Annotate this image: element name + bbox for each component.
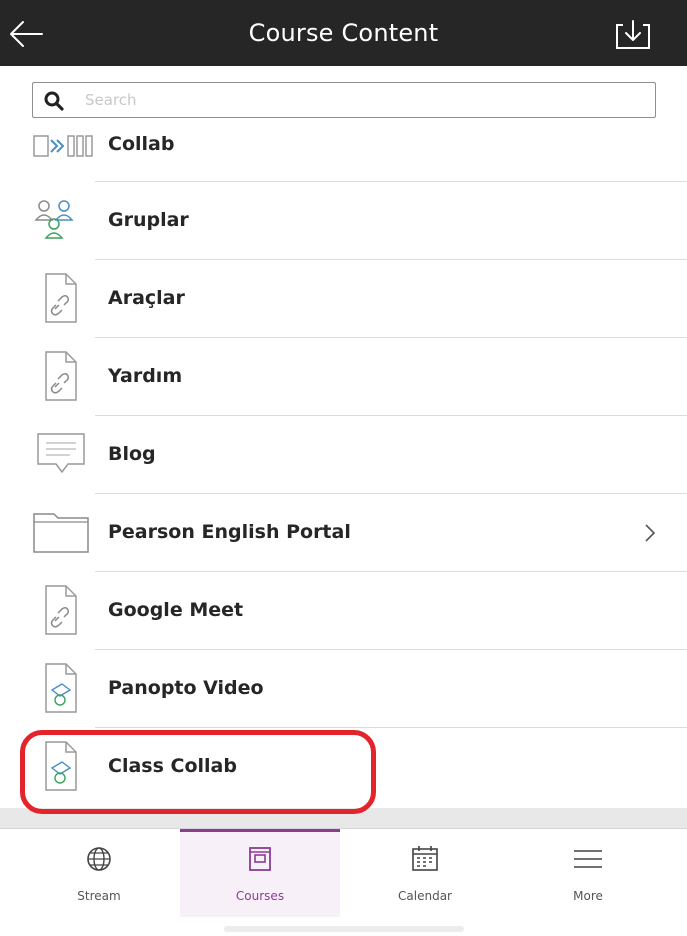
course-content-list: Collab Gruplar Araçlar Yardım Blog Pears… — [0, 124, 687, 826]
chevron-right-icon — [645, 524, 656, 542]
globe-icon — [87, 847, 111, 871]
search-bar[interactable] — [32, 82, 656, 118]
menu-icon — [574, 850, 602, 868]
list-item-pearson-english-portal[interactable]: Pearson English Portal — [0, 494, 687, 572]
tab-stream[interactable]: Stream — [19, 829, 179, 917]
groups-icon — [34, 200, 74, 239]
search-icon — [44, 91, 64, 111]
list-item-label: Pearson English Portal — [108, 521, 351, 543]
home-indicator — [224, 926, 464, 932]
courses-icon — [249, 847, 271, 871]
page-title: Course Content — [248, 19, 439, 47]
list-item-panopto-video[interactable]: Panopto Video — [0, 650, 687, 728]
list-item-label: Yardım — [108, 365, 183, 387]
link-document-icon — [45, 351, 77, 401]
list-item-yardim[interactable]: Yardım — [0, 338, 687, 416]
download-icon[interactable] — [611, 15, 655, 55]
list-item-label: Araçlar — [108, 287, 185, 309]
tab-label: More — [573, 889, 603, 903]
list-item-gruplar[interactable]: Gruplar — [0, 182, 687, 260]
folder-icon — [33, 513, 89, 553]
list-item-collab[interactable]: Collab — [0, 124, 687, 182]
collab-icon — [33, 135, 93, 157]
blog-icon — [37, 433, 85, 474]
list-item-label: Google Meet — [108, 599, 244, 621]
tab-label: Courses — [235, 889, 285, 903]
list-item-label: Gruplar — [108, 209, 189, 231]
tab-label: Calendar — [398, 889, 452, 903]
list-item-label: Panopto Video — [108, 677, 264, 699]
list-item-araclar[interactable]: Araçlar — [0, 260, 687, 338]
tab-courses[interactable]: Courses — [180, 829, 340, 917]
highlight-outline — [20, 730, 376, 814]
link-document-icon — [45, 585, 77, 635]
app-header: Course Content — [0, 0, 687, 66]
tool-document-icon — [45, 663, 77, 713]
search-input[interactable] — [85, 87, 645, 113]
link-document-icon — [45, 273, 77, 323]
list-item-blog[interactable]: Blog — [0, 416, 687, 494]
bottom-tab-bar: Stream Courses Calendar More — [0, 828, 687, 919]
calendar-icon — [412, 846, 438, 871]
list-item-google-meet[interactable]: Google Meet — [0, 572, 687, 650]
tab-label: Stream — [77, 889, 121, 903]
tab-more[interactable]: More — [508, 829, 668, 917]
tab-calendar[interactable]: Calendar — [345, 829, 505, 917]
list-item-label: Collab — [108, 133, 175, 155]
list-item-label: Blog — [108, 443, 156, 465]
